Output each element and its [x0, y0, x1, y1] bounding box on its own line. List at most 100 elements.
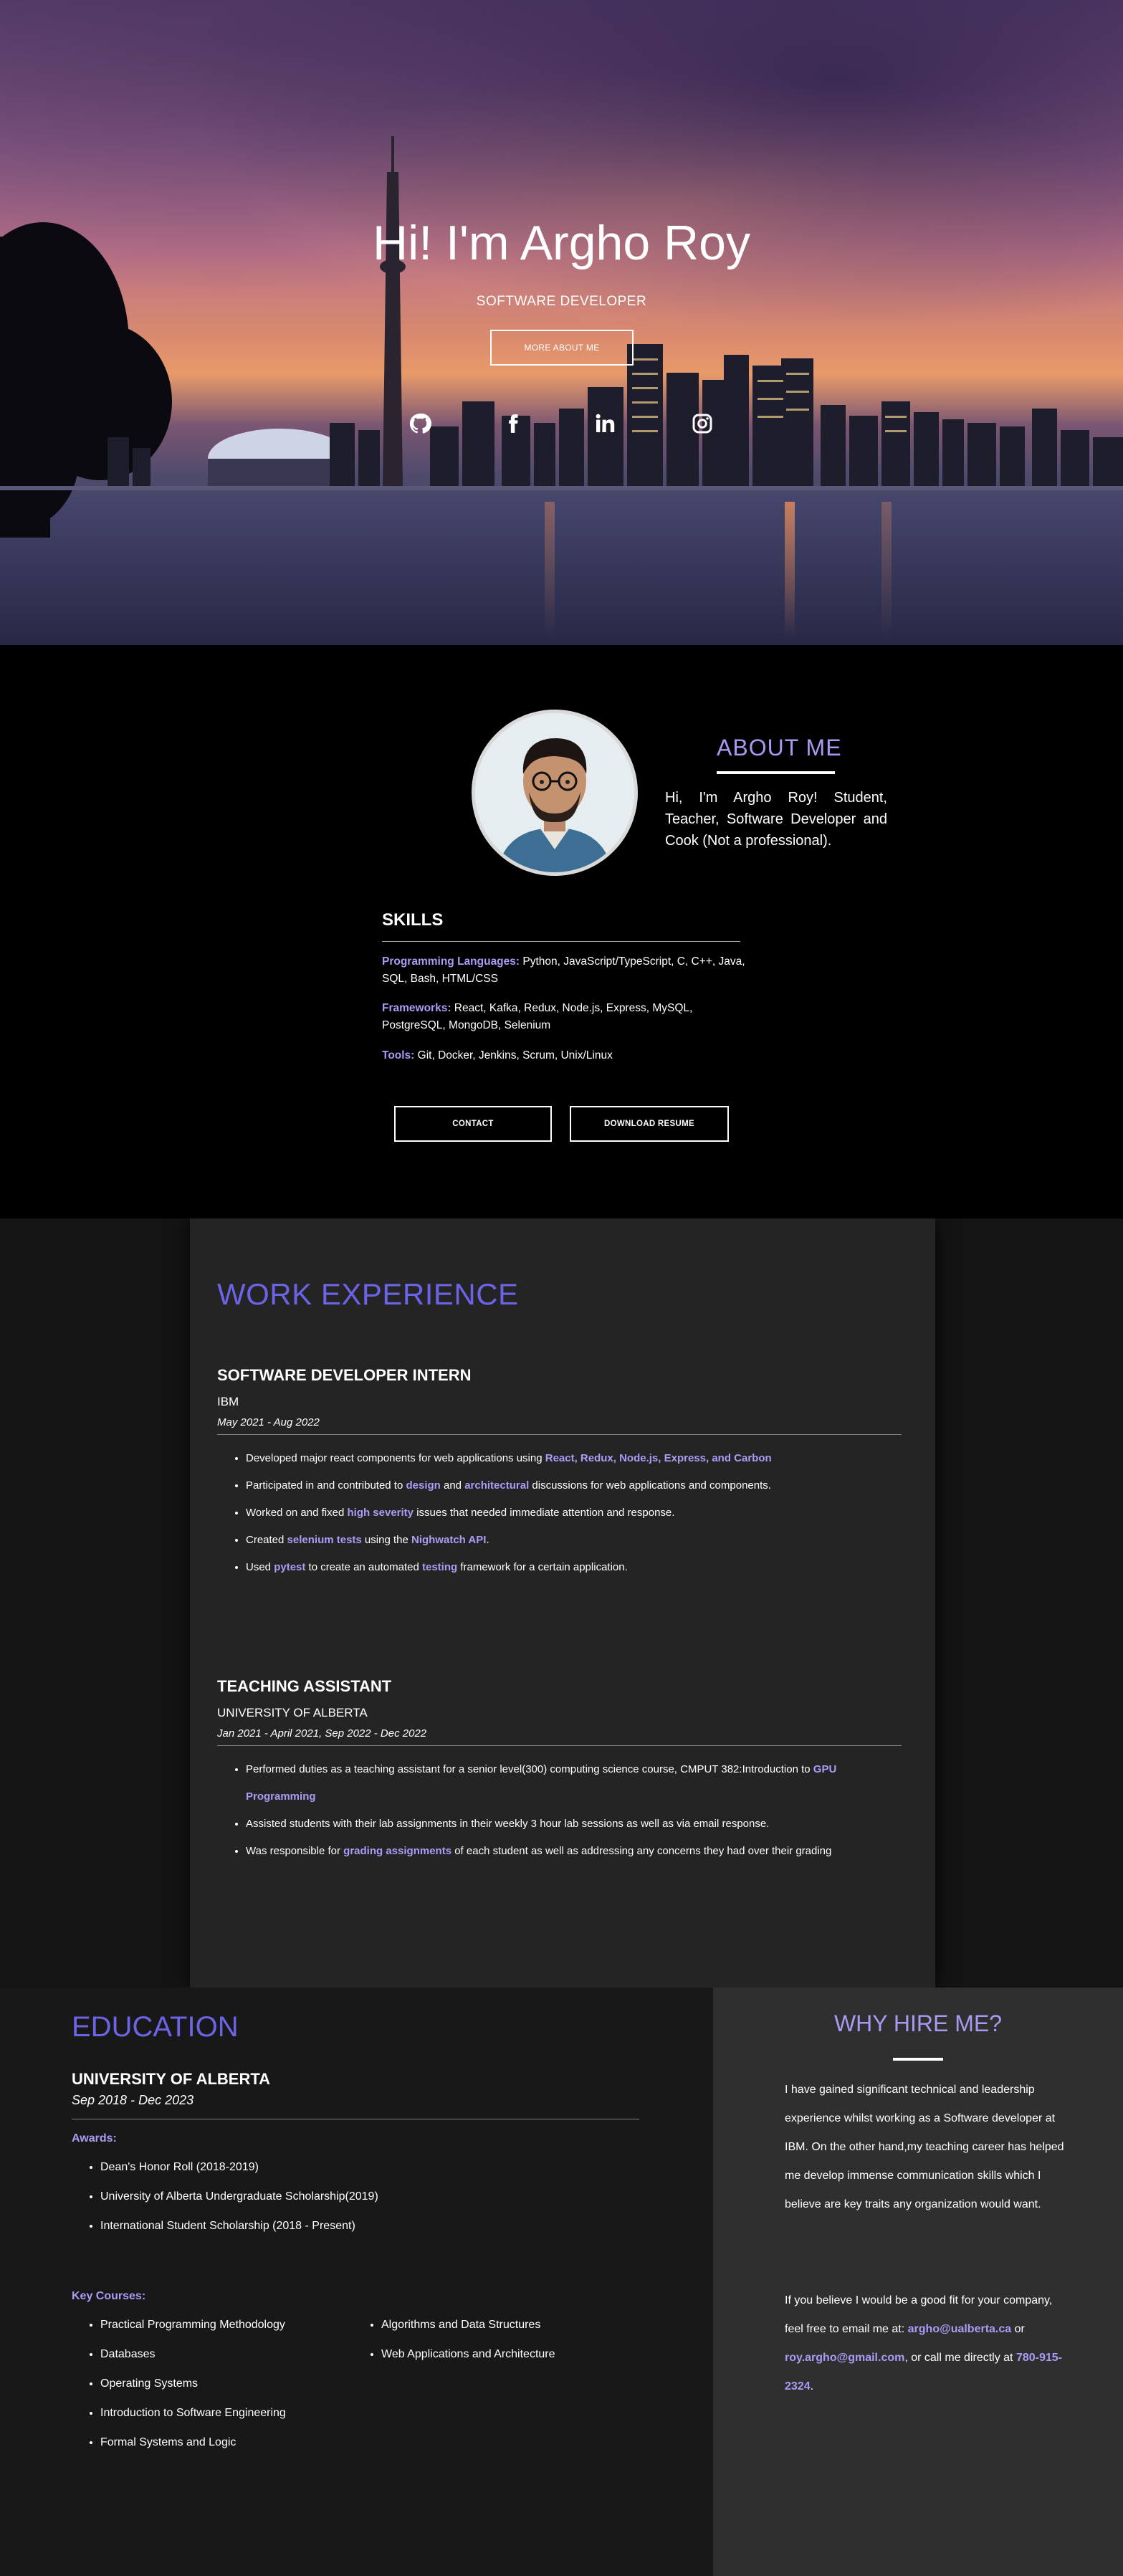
- education-date: Sep 2018 - Dec 2023: [72, 2093, 194, 2107]
- work-experience-section: WORK EXPERIENCE SOFTWARE DEVELOPER INTER…: [190, 1218, 935, 1988]
- skill-tools: Tools: Git, Docker, Jenkins, Scrum, Unix…: [382, 1047, 755, 1064]
- why-text: , or call me directly at: [904, 2352, 1016, 2364]
- bullet-text: issues that needed immediate attention a…: [414, 1507, 675, 1519]
- facebook-icon[interactable]: [500, 411, 526, 437]
- about-title: ABOUT ME: [717, 735, 842, 760]
- bullet-text: discussions for web applications and com…: [529, 1479, 771, 1492]
- award-item: International Student Scholarship (2018 …: [100, 2211, 378, 2241]
- job-divider: [217, 1434, 902, 1435]
- highlight-text: architectural: [464, 1479, 530, 1492]
- email-link-gmail[interactable]: roy.argho@gmail.com: [785, 2352, 904, 2364]
- course-item: Databases: [100, 2339, 286, 2369]
- skill-frameworks: Frameworks: React, Kafka, Redux, Node.js…: [382, 1000, 755, 1034]
- why-hire-me-section: WHY HIRE ME? I have gained significant t…: [713, 1988, 1123, 2576]
- skill-key: Programming Languages:: [382, 955, 520, 968]
- courses-list-left: Practical Programming Methodology Databa…: [72, 2310, 286, 2457]
- github-icon[interactable]: [407, 411, 433, 437]
- job-teaching-assistant: TEACHING ASSISTANT UNIVERSITY OF ALBERTA…: [217, 1677, 902, 1865]
- award-item: University of Alberta Undergraduate Scho…: [100, 2182, 378, 2211]
- skills-divider: [382, 941, 740, 942]
- bullet-text: of each student as well as addressing an…: [451, 1845, 832, 1857]
- job-ibm: SOFTWARE DEVELOPER INTERN IBM May 2021 -…: [217, 1366, 902, 1581]
- course-item: Practical Programming Methodology: [100, 2310, 286, 2339]
- awards-list: Dean's Honor Roll (2018-2019) University…: [72, 2152, 378, 2241]
- job-date: May 2021 - Aug 2022: [217, 1416, 320, 1428]
- job-bullet: Was responsible for grading assignments …: [246, 1838, 902, 1865]
- bullet-text: framework for a certain application.: [457, 1561, 628, 1573]
- awards-label: Awards:: [72, 2132, 117, 2145]
- course-item: Formal Systems and Logic: [100, 2428, 286, 2457]
- skill-languages: Programming Languages: Python, JavaScrip…: [382, 953, 755, 988]
- about-underline: [717, 771, 835, 774]
- highlight-text: design: [406, 1479, 441, 1492]
- bullet-text: and: [440, 1479, 465, 1492]
- bullet-text: Worked on and fixed: [246, 1507, 348, 1519]
- bullet-text: Participated in and contributed to: [246, 1479, 406, 1492]
- about-text: Hi, I'm Argho Roy! Student, Teacher, Sof…: [665, 790, 887, 849]
- more-about-me-button[interactable]: MORE ABOUT ME: [490, 330, 634, 366]
- skill-key: Frameworks:: [382, 1002, 451, 1014]
- job-bullets: Developed major react components for web…: [217, 1445, 902, 1581]
- why-paragraph: I have gained significant technical and …: [785, 2084, 1064, 2210]
- skill-key: Tools:: [382, 1049, 415, 1062]
- job-bullet: Developed major react components for web…: [246, 1445, 902, 1472]
- job-org: IBM: [217, 1395, 239, 1408]
- download-resume-button[interactable]: DOWNLOAD RESUME: [570, 1106, 729, 1142]
- job-bullets: Performed duties as a teaching assistant…: [217, 1756, 902, 1865]
- highlight-text: selenium tests: [287, 1534, 362, 1546]
- job-divider: [217, 1745, 902, 1746]
- bullet-text: Developed major react components for web…: [246, 1452, 545, 1464]
- why-title: WHY HIRE ME?: [833, 2010, 1003, 2036]
- award-item: Dean's Honor Roll (2018-2019): [100, 2152, 378, 2182]
- skill-value: Git, Docker, Jenkins, Scrum, Unix/Linux: [414, 1049, 613, 1062]
- job-bullet: Assisted students with their lab assignm…: [246, 1811, 902, 1838]
- job-bullet: Used pytest to create an automated testi…: [246, 1554, 902, 1581]
- highlight-text: testing: [421, 1561, 458, 1573]
- hero-section: Hi! I'm Argho Roy SOFTWARE DEVELOPER MOR…: [0, 0, 1123, 645]
- bullet-text: Created: [246, 1534, 287, 1546]
- education-section: EDUCATION UNIVERSITY OF ALBERTA Sep 2018…: [0, 1988, 713, 2576]
- contact-button[interactable]: CONTACT: [394, 1106, 552, 1142]
- education-title: EDUCATION: [72, 2011, 239, 2043]
- why-text: .: [810, 2380, 814, 2393]
- why-text: or: [1011, 2323, 1025, 2335]
- bullet-text: .: [486, 1534, 489, 1546]
- work-title: WORK EXPERIENCE: [217, 1277, 519, 1311]
- job-role: SOFTWARE DEVELOPER INTERN: [217, 1366, 472, 1384]
- hero-title: Hi! I'm Argho Roy: [373, 216, 750, 270]
- bullet-text: to create an automated: [305, 1561, 422, 1573]
- profile-photo: [472, 710, 638, 876]
- job-org: UNIVERSITY OF ALBERTA: [217, 1706, 368, 1719]
- job-role: TEACHING ASSISTANT: [217, 1677, 392, 1695]
- job-date: Jan 2021 - April 2021, Sep 2022 - Dec 20…: [217, 1727, 427, 1740]
- about-section: ABOUT ME Hi, I'm Argho Roy! Student, Tea…: [0, 645, 1123, 1218]
- email-link-ualberta[interactable]: argho@ualberta.ca: [908, 2323, 1012, 2335]
- highlight-text: high severity: [347, 1507, 414, 1519]
- education-school: UNIVERSITY OF ALBERTA: [72, 2070, 271, 2088]
- hero-subtitle: SOFTWARE DEVELOPER: [476, 294, 647, 309]
- courses-list-right: Algorithms and Data Structures Web Appli…: [353, 2310, 555, 2369]
- job-bullet: Worked on and fixed high severity issues…: [246, 1499, 902, 1527]
- highlight-text: React, Redux, Node.js, Express, and Carb…: [545, 1452, 772, 1464]
- highlight-text: grading assignments: [343, 1845, 452, 1857]
- city-skyline-image: [0, 136, 1123, 538]
- highlight-text: Nighwatch API: [411, 1534, 487, 1546]
- bullet-text: Was responsible for: [246, 1845, 344, 1857]
- course-item: Web Applications and Architecture: [381, 2339, 555, 2369]
- job-bullet: Performed duties as a teaching assistant…: [246, 1756, 902, 1811]
- course-item: Operating Systems: [100, 2369, 286, 2398]
- course-item: Introduction to Software Engineering: [100, 2398, 286, 2428]
- linkedin-icon[interactable]: [592, 411, 618, 437]
- skills-title: SKILLS: [382, 910, 444, 930]
- why-underline: [893, 2058, 943, 2061]
- instagram-icon[interactable]: [689, 411, 715, 437]
- why-contact-paragraph: If you believe I would be a good fit for…: [785, 2286, 1071, 2401]
- key-courses-label: Key Courses:: [72, 2290, 146, 2302]
- course-item: Algorithms and Data Structures: [381, 2310, 555, 2339]
- job-bullet: Participated in and contributed to desig…: [246, 1472, 902, 1499]
- job-bullet: Created selenium tests using the Nighwat…: [246, 1527, 902, 1554]
- bullet-text: Used: [246, 1561, 274, 1573]
- highlight-text: pytest: [274, 1561, 306, 1573]
- bullet-text: using the: [361, 1534, 411, 1546]
- bullet-text: Performed duties as a teaching assistant…: [246, 1763, 813, 1775]
